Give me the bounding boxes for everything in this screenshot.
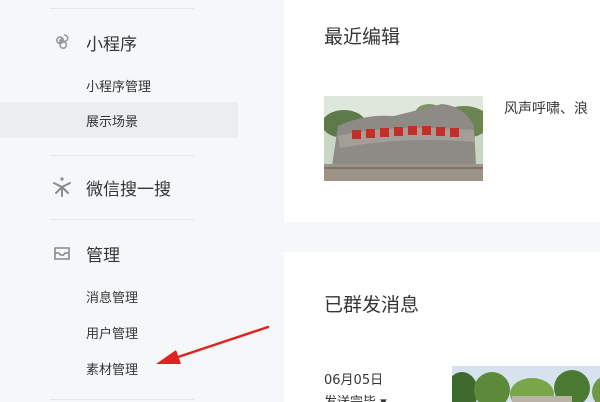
sidebar-section-mini-program[interactable]: 小程序: [50, 27, 137, 57]
sidebar-divider: [50, 155, 194, 156]
park-landscape-photo[interactable]: [452, 366, 600, 402]
sent-messages-card: 已群发消息 06月05日 发送完毕 ▾: [284, 252, 600, 402]
sidebar-item-user-manage[interactable]: 用户管理: [0, 314, 238, 350]
sent-date: 06月05日: [324, 373, 384, 388]
sidebar-divider: [50, 219, 194, 220]
rock-inscription-photo[interactable]: [324, 96, 483, 181]
sidebar-item-message-manage[interactable]: 消息管理: [0, 278, 238, 314]
sidebar: 小程序 小程序管理 展示场景 微信搜一搜 管理 消息管理 用户管理 素材管理: [0, 0, 262, 402]
sidebar-item-display-scene[interactable]: 展示场景: [0, 102, 238, 138]
sidebar-item-material-manage[interactable]: 素材管理: [0, 350, 238, 386]
recent-article-title[interactable]: 风声呼啸、浪: [504, 98, 588, 118]
sidebar-section-label: 小程序: [86, 34, 137, 55]
sidebar-item-mini-program-manage[interactable]: 小程序管理: [0, 67, 238, 103]
mini-program-link-icon: [50, 30, 74, 54]
sidebar-section-wechat-search[interactable]: 微信搜一搜: [50, 172, 171, 202]
inbox-tray-icon: [50, 241, 74, 265]
sidebar-divider: [50, 8, 194, 9]
sidebar-section-label: 微信搜一搜: [86, 179, 171, 200]
sent-status-dropdown[interactable]: 发送完毕 ▾: [324, 391, 387, 402]
sidebar-section-label: 管理: [86, 245, 120, 266]
recent-edits-title: 最近编辑: [324, 26, 401, 48]
sidebar-section-manage[interactable]: 管理: [50, 238, 120, 268]
sidebar-divider: [50, 399, 194, 400]
recent-edits-card: 最近编辑 风声呼啸、浪: [284, 0, 600, 222]
sent-messages-title: 已群发消息: [324, 294, 420, 316]
wechat-search-star-icon: [50, 175, 74, 199]
